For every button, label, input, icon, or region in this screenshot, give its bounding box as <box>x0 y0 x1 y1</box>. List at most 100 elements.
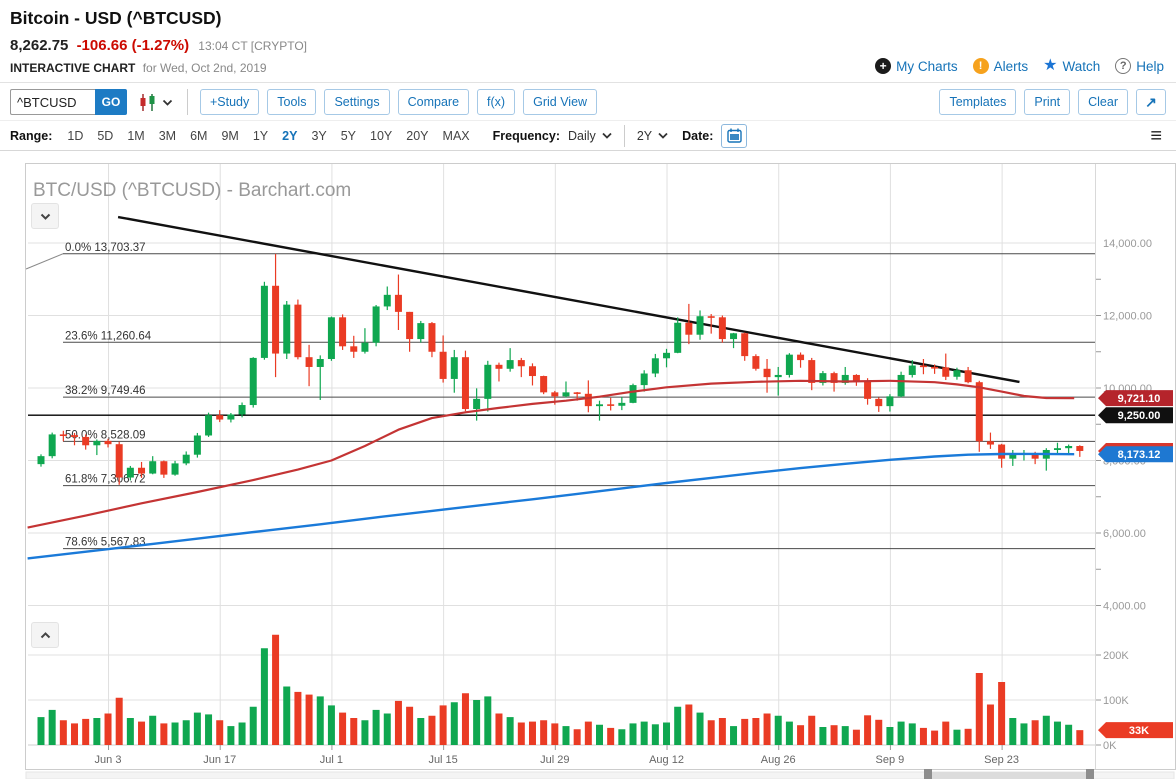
volume-bar <box>451 702 458 745</box>
range-bar-divider <box>624 125 625 147</box>
candle <box>529 366 536 376</box>
candle <box>741 333 748 356</box>
candle <box>339 317 346 346</box>
chart-subtitle: INTERACTIVE CHART for Wed, Oct 2nd, 2019 <box>10 61 267 75</box>
candle <box>607 404 614 406</box>
candle <box>194 435 201 454</box>
ma-fast <box>28 381 1075 528</box>
settings-button[interactable]: Settings <box>324 89 389 115</box>
period-dropdown[interactable]: 2Y <box>637 129 668 143</box>
tools-button[interactable]: Tools <box>267 89 316 115</box>
templates-button[interactable]: Templates <box>939 89 1016 115</box>
scrollbar-left-grip[interactable] <box>924 769 932 779</box>
volume-bar <box>507 717 514 745</box>
chart-toolbar: GO +Study Tools Settings Compare f(x) Grid Vi… <box>10 87 1166 117</box>
volume-bar <box>116 698 123 745</box>
range-item-2y[interactable]: 2Y <box>275 129 304 143</box>
volume-bar <box>261 648 268 745</box>
header-link-my-charts[interactable]: +My Charts <box>875 58 958 74</box>
range-item-5d[interactable]: 5D <box>90 129 120 143</box>
chart-canvas: BTC/USD (^BTCUSD) - Barchart.com0.0% 13,… <box>25 163 1176 779</box>
volume-bar <box>741 719 748 745</box>
chart-type-selector[interactable] <box>139 94 173 111</box>
range-item-3m[interactable]: 3M <box>152 129 183 143</box>
scrollbar-right-grip[interactable] <box>1086 769 1094 779</box>
candle <box>71 435 78 437</box>
volume-bar <box>518 723 525 746</box>
volume-pane-collapse-button[interactable] <box>31 622 59 648</box>
candle <box>38 456 45 464</box>
volume-bar <box>886 727 893 745</box>
y-axis-label: 6,000.00 <box>1103 528 1146 540</box>
candle <box>1065 446 1072 448</box>
clear-button[interactable]: Clear <box>1078 89 1128 115</box>
price-pane-collapse-button[interactable] <box>31 203 59 229</box>
print-button[interactable]: Print <box>1024 89 1070 115</box>
range-item-5y[interactable]: 5Y <box>334 129 363 143</box>
header-link-alerts[interactable]: !Alerts <box>973 58 1029 74</box>
symbol-input[interactable] <box>10 89 95 115</box>
study-button[interactable]: +Study <box>200 89 259 115</box>
range-item-1m[interactable]: 1M <box>120 129 151 143</box>
volume-bar <box>630 723 637 745</box>
volume-bar <box>574 729 581 745</box>
fibonacci-levels: 0.0% 13,703.3723.6% 11,260.6438.2% 9,749… <box>26 242 1095 549</box>
compare-button[interactable]: Compare <box>398 89 469 115</box>
volume-bar <box>652 724 659 745</box>
volume-axis-label: 100K <box>1103 695 1129 707</box>
range-item-max[interactable]: MAX <box>436 129 477 143</box>
volume-bar <box>227 726 234 745</box>
range-item-20y[interactable]: 20Y <box>399 129 435 143</box>
volume-bar <box>775 716 782 745</box>
volume-bar <box>138 722 145 745</box>
volume-badge-text: 33K <box>1129 725 1149 737</box>
calendar-icon <box>727 128 742 143</box>
volume-bar <box>361 720 368 745</box>
candle <box>775 375 782 377</box>
candle <box>976 382 983 441</box>
volume-bar <box>1065 725 1072 745</box>
price-badge-text: 8,173.12 <box>1118 449 1161 461</box>
x-axis-label: Jun 3 <box>95 754 122 766</box>
f-x-button[interactable]: f(x) <box>477 89 515 115</box>
volume-bar <box>328 705 335 745</box>
volume-bar <box>842 726 849 745</box>
volume-bar <box>384 714 391 746</box>
candle <box>294 305 301 358</box>
scrollbar-thumb[interactable] <box>928 772 1090 779</box>
range-item-10y[interactable]: 10Y <box>363 129 399 143</box>
header-link-watch[interactable]: ★Watch <box>1043 58 1100 74</box>
range-item-6m[interactable]: 6M <box>183 129 214 143</box>
volume-bar <box>819 727 826 745</box>
menu-icon[interactable]: ≡ <box>1150 126 1162 146</box>
ma-fast-line <box>28 381 1075 528</box>
volume-bar <box>831 725 838 745</box>
x-axis-label: Aug 26 <box>761 754 796 766</box>
range-item-9m[interactable]: 9M <box>214 129 245 143</box>
candle <box>518 360 525 366</box>
candle <box>227 414 234 419</box>
interactive-chart-label: INTERACTIVE CHART <box>10 61 135 75</box>
h-scrollbar <box>26 769 1174 779</box>
volume-bar <box>462 693 469 745</box>
quote-header: Bitcoin - USD (^BTCUSD) 8,262.75 -106.66… <box>0 0 1176 83</box>
candle <box>328 317 335 359</box>
volume-bar <box>562 726 569 745</box>
expand-chart-button[interactable]: ↗ <box>1136 89 1166 115</box>
header-link-help[interactable]: ?Help <box>1115 58 1164 74</box>
range-item-1y[interactable]: 1Y <box>246 129 275 143</box>
candle <box>239 405 246 414</box>
volume-bar <box>82 719 89 745</box>
range-item-1d[interactable]: 1D <box>60 129 90 143</box>
go-button[interactable]: GO <box>95 89 127 115</box>
volume-bar <box>875 720 882 745</box>
date-picker-button[interactable] <box>721 124 747 148</box>
toolbar-buttons: +Study Tools Settings Compare f(x) Grid View <box>200 89 605 115</box>
volume-bar <box>607 728 614 745</box>
range-item-3y[interactable]: 3Y <box>304 129 333 143</box>
volume-bar <box>1009 718 1016 745</box>
frequency-dropdown[interactable]: Daily <box>568 129 612 143</box>
grid-view-button[interactable]: Grid View <box>523 89 597 115</box>
candle <box>864 381 871 399</box>
candle <box>1054 448 1061 450</box>
